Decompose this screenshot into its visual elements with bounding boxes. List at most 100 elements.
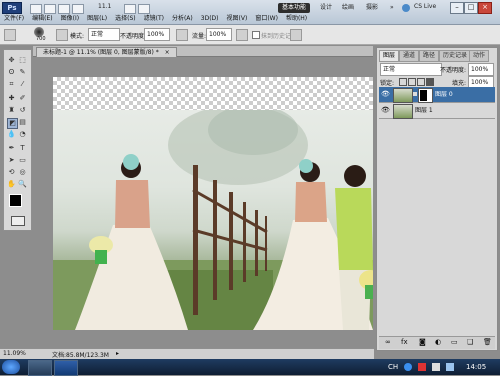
menu-edit[interactable]: 编辑(E) [28,13,56,24]
pressure-size-icon[interactable] [290,29,302,41]
maximize-icon[interactable]: □ [464,2,478,14]
shape-tool-icon[interactable]: ▭ [18,156,27,165]
status-menu-icon[interactable]: ▸ [116,350,119,357]
layer-row[interactable]: 👁 图层 1 [379,103,495,119]
3d-rotate-tool-icon[interactable]: ⟲ [7,168,16,177]
visibility-eye-icon[interactable]: 👁 [381,106,390,114]
gradient-tool-icon[interactable]: ▤ [18,118,27,127]
blur-tool-icon[interactable]: 💧 [7,130,16,139]
zoom-status[interactable]: 11.09% [3,350,26,357]
tab-actions[interactable]: 动作 [469,50,490,62]
foreground-color-swatch[interactable] [9,194,22,207]
eraser-preset-icon[interactable] [4,29,16,41]
menu-select[interactable]: 选择(S) [111,13,140,24]
layer-mask-thumbnail[interactable] [418,88,433,103]
network-tray-icon[interactable] [446,363,454,371]
taskbar-photoshop[interactable] [54,360,78,376]
clock[interactable]: 14:05 [466,363,486,371]
lasso-tool-icon[interactable]: ʘ [7,68,16,77]
visibility-eye-icon[interactable]: 👁 [381,90,390,98]
cs-live-icon[interactable] [402,4,410,12]
new-group-icon[interactable]: ▭ [451,338,458,346]
mask-link-icon[interactable] [413,92,417,96]
tab-history[interactable]: 历史记录 [439,50,472,62]
tab-channels[interactable]: 通道 [399,50,420,62]
quick-select-tool-icon[interactable]: ✎ [18,68,27,77]
menu-image[interactable]: 图像(I) [57,13,83,24]
status-bar: 11.09% 文档:85.8M/123.3M ▸ [0,348,374,359]
eraser-tool-icon[interactable]: ◩ [7,118,18,129]
document-tab-bar: 未标题-1 @ 11.1% (图层 0, 图层蒙版/8) * × [33,46,373,57]
close-tab-icon[interactable]: × [165,49,170,56]
hand-tool-icon-box[interactable]: ✋ [7,180,16,189]
opacity-input[interactable]: 100% [144,28,170,41]
volume-tray-icon[interactable] [432,363,440,371]
menu-window[interactable]: 窗口(W) [251,13,282,24]
tab-paths[interactable]: 路径 [419,50,440,62]
menu-3d[interactable]: 3D(D) [197,13,223,24]
move-tool-icon[interactable]: ✥ [7,56,16,65]
pen-tool-icon[interactable]: ✒ [7,144,16,153]
workspace-photography[interactable]: 摄影 [362,3,382,13]
eyedropper-tool-icon[interactable]: ⁄ [18,80,27,89]
zoom-level-display[interactable]: 11.1 [98,3,111,10]
history-brush-tool-icon[interactable]: ↺ [18,106,27,115]
menu-view[interactable]: 视图(V) [223,13,252,24]
brush-tool-icon[interactable]: ✐ [18,94,27,103]
options-bar: 700 模式: 正常 不透明度: 100% 流量: 100% 抹到历史记录 [0,25,500,45]
menu-help[interactable]: 帮助(H) [282,13,311,24]
lang-indicator[interactable]: CH [388,363,398,371]
layer-opacity-input[interactable]: 100% [468,63,494,76]
quick-mask-icon[interactable] [11,216,25,226]
workspace-design[interactable]: 设计 [316,3,336,13]
lock-all-icon[interactable] [426,78,434,86]
airbrush-icon[interactable] [236,29,248,41]
workspace-painting[interactable]: 绘画 [338,3,358,13]
cs-live-button[interactable]: CS Live [414,3,436,10]
marquee-tool-icon[interactable]: ⬚ [18,56,27,65]
menu-bar: 文件(F) 编辑(E) 图像(I) 图层(L) 选择(S) 滤镜(T) 分析(A) 3D(D)… [0,13,340,24]
brush-panel-icon[interactable] [56,29,68,41]
canvas-area[interactable] [33,57,373,345]
erase-history-checkbox[interactable] [252,31,260,39]
layer-row[interactable]: 👁 图层 0 [379,87,495,103]
windows-taskbar: CH 14:05 [0,359,500,376]
clone-stamp-tool-icon[interactable]: ♜ [7,106,16,115]
workspace-essentials[interactable]: 基本功能 [278,3,311,13]
3d-orbit-tool-icon[interactable]: ◎ [18,168,27,177]
blend-mode-select[interactable]: 正常 [380,63,442,76]
add-mask-icon[interactable]: ◙ [419,338,426,346]
lock-image-icon[interactable] [408,78,416,86]
lock-position-icon[interactable] [417,78,425,86]
taskbar-explorer[interactable] [28,360,52,376]
document-tab[interactable]: 未标题-1 @ 11.1% (图层 0, 图层蒙版/8) * × [36,47,177,57]
more-workspaces-button[interactable]: » [386,3,398,13]
zoom-tool-icon[interactable]: 🔍 [18,180,27,189]
help-tray-icon[interactable] [404,363,412,371]
menu-file[interactable]: 文件(F) [0,13,28,24]
start-button[interactable] [2,360,20,374]
delete-layer-icon[interactable]: 🗑 [483,338,492,346]
tab-layers[interactable]: 图层 [379,50,400,62]
flag-tray-icon[interactable] [418,363,426,371]
menu-analysis[interactable]: 分析(A) [168,13,197,24]
flow-input[interactable]: 100% [206,28,232,41]
path-select-tool-icon[interactable]: ➤ [7,156,16,165]
minimize-icon[interactable]: – [450,2,464,14]
close-icon[interactable]: × [478,2,492,14]
link-layers-icon[interactable]: ∞ [385,338,391,346]
menu-layer[interactable]: 图层(L) [83,13,111,24]
new-layer-icon[interactable]: ❑ [467,338,473,346]
mode-select[interactable]: 正常 [88,28,120,41]
adjustment-layer-icon[interactable]: ◐ [435,338,441,346]
crop-tool-icon[interactable]: ⌗ [7,80,16,89]
spot-healing-tool-icon[interactable]: ✚ [7,94,16,103]
dodge-tool-icon[interactable]: ◔ [18,130,27,139]
menu-filter[interactable]: 滤镜(T) [140,13,168,24]
type-tool-icon[interactable]: T [18,144,27,153]
lock-transparent-icon[interactable] [399,78,407,86]
layer-opacity-label: 不透明度: [440,67,467,74]
layer-style-icon[interactable]: fx [401,338,408,346]
title-bar: Ps 11.1 基本功能 设计 绘画 摄影 » CS Live – □ × 文件… [0,0,500,25]
pressure-opacity-icon[interactable] [176,29,188,41]
